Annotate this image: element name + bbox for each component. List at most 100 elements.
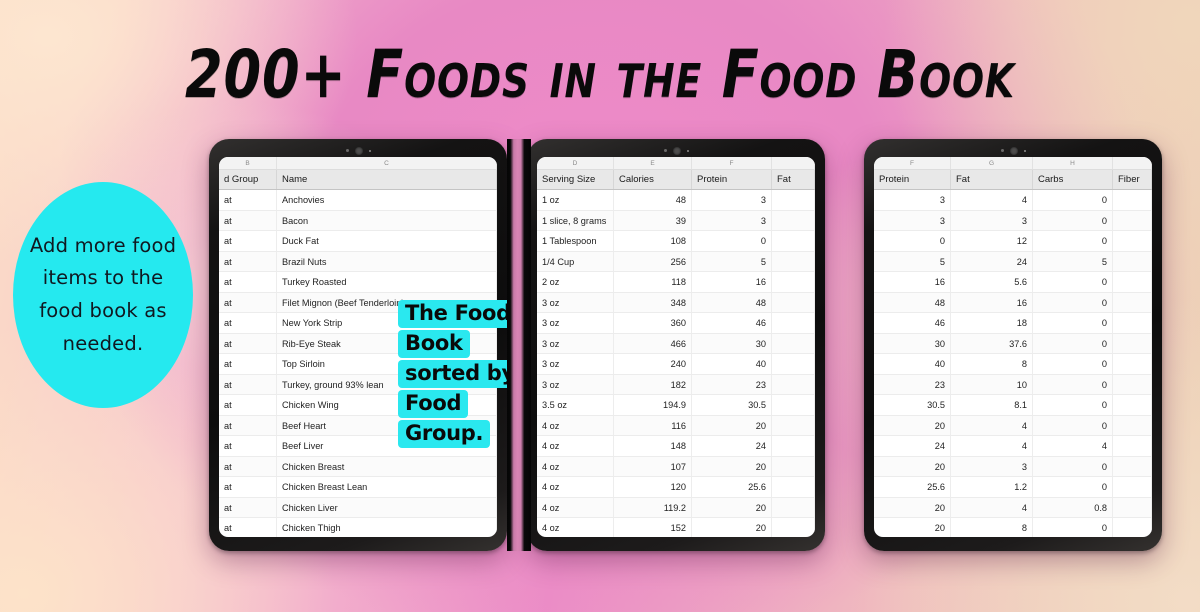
table-cell[interactable]: at (219, 210, 277, 230)
table-row[interactable]: 1 Tablespoon 108 0 (537, 231, 815, 252)
table-cell[interactable]: 12 (951, 231, 1033, 251)
column-letter-B[interactable]: B (219, 157, 277, 169)
table-row[interactable]: 340 (874, 190, 1152, 211)
table-cell[interactable]: at (219, 292, 277, 312)
table-cell[interactable]: 8 (951, 518, 1033, 537)
table-cell[interactable]: 3 oz (537, 374, 614, 394)
table-cell[interactable]: 40 (692, 354, 772, 374)
table-cell[interactable]: 20 (692, 415, 772, 435)
column-header[interactable]: d Group (219, 170, 277, 189)
table-cell[interactable]: Brazil Nuts (277, 251, 497, 271)
column-header[interactable]: Fat (951, 170, 1033, 189)
table-cell[interactable]: 348 (614, 292, 692, 312)
table-cell[interactable]: 0.8 (1033, 497, 1113, 517)
table-cell[interactable]: 0 (1033, 210, 1113, 230)
table-row[interactable]: at Duck Fat (219, 231, 497, 252)
table-cell[interactable] (772, 251, 815, 271)
table-cell[interactable]: 0 (1033, 456, 1113, 476)
table-cell[interactable]: 0 (1033, 272, 1113, 292)
column-header[interactable]: Calories (614, 170, 692, 189)
table-row[interactable]: at Chicken Wing (219, 395, 497, 416)
table-cell[interactable]: 1/4 Cup (537, 251, 614, 271)
tablet-screen-right[interactable]: F G H Protein Fat Carbs Fiber 3 4 0 3 3 0 0 12 0 5 24 5 16 5… (874, 157, 1152, 537)
table-cell[interactable]: 3 (951, 456, 1033, 476)
table-row[interactable]: 46 18 0 (874, 313, 1152, 334)
table-cell[interactable] (1113, 395, 1152, 415)
table-row[interactable]: 3 oz 466 30 (537, 333, 815, 354)
tablet-screen-center[interactable]: D E F Serving Size Calories Protein Fat 1 oz 48 3… (537, 157, 815, 537)
column-header[interactable]: Serving Size (537, 170, 614, 189)
table-cell[interactable]: 16 (951, 292, 1033, 312)
table-cell[interactable]: Filet Mignon (Beef Tenderloin) (277, 292, 497, 312)
column-letter-E[interactable]: E (614, 157, 692, 169)
table-cell[interactable]: 25.6 (874, 477, 951, 497)
table-row[interactable]: 20 8 0 (874, 518, 1152, 537)
table-cell[interactable] (1113, 251, 1152, 271)
table-cell[interactable] (1113, 231, 1152, 251)
table-cell[interactable]: at (219, 456, 277, 476)
table-row[interactable]: at Chicken Breast Lean (219, 477, 497, 498)
table-cell[interactable]: 0 (1033, 354, 1113, 374)
table-row[interactable]: 20 3 0 (874, 456, 1152, 477)
table-cell[interactable]: 16 (874, 272, 951, 292)
table-cell[interactable]: Chicken Thigh (277, 518, 497, 537)
table-cell[interactable] (1113, 272, 1152, 292)
table-cell[interactable]: 3 (692, 190, 772, 210)
table-cell[interactable]: Chicken Wing (277, 395, 497, 415)
table-row[interactable]: 20 4 0.8 (874, 497, 1152, 518)
table-cell[interactable]: 24 (951, 251, 1033, 271)
tablet-device-right[interactable]: F G H Protein Fat Carbs Fiber 3 4 0 3 3 0 0 12 0 5 24 5 16 5… (864, 139, 1162, 551)
table-row[interactable]: 4 oz 116 20 (537, 415, 815, 436)
table-cell[interactable]: at (219, 251, 277, 271)
table-cell[interactable]: 194.9 (614, 395, 692, 415)
table-row[interactable]: 3 oz 348 48 (537, 292, 815, 313)
table-cell[interactable] (1113, 190, 1152, 210)
table-cell[interactable]: 119.2 (614, 497, 692, 517)
table-row[interactable]: at Brazil Nuts (219, 251, 497, 272)
table-cell[interactable]: 4 (951, 436, 1033, 456)
table-cell[interactable]: 48 (692, 292, 772, 312)
table-cell[interactable]: 5.6 (951, 272, 1033, 292)
tablet-device-center[interactable]: D E F Serving Size Calories Protein Fat 1 oz 48 3… (527, 139, 825, 551)
table-cell[interactable] (1113, 456, 1152, 476)
table-cell[interactable] (1113, 518, 1152, 537)
table-cell[interactable]: 107 (614, 456, 692, 476)
table-cell[interactable]: 4 oz (537, 436, 614, 456)
table-cell[interactable]: at (219, 374, 277, 394)
table-row[interactable]: at Anchovies (219, 190, 497, 211)
table-row[interactable]: at Turkey, ground 93% lean (219, 374, 497, 395)
table-cell[interactable] (772, 415, 815, 435)
table-cell[interactable]: 0 (1033, 313, 1113, 333)
table-cell[interactable] (772, 231, 815, 251)
table-cell[interactable]: 30.5 (874, 395, 951, 415)
table-cell[interactable]: 3 (874, 210, 951, 230)
table-cell[interactable]: 18 (951, 313, 1033, 333)
table-cell[interactable]: 4 oz (537, 497, 614, 517)
table-cell[interactable]: 1.2 (951, 477, 1033, 497)
table-cell[interactable]: 25.6 (692, 477, 772, 497)
table-cell[interactable]: at (219, 333, 277, 353)
column-header[interactable]: Fat (772, 170, 815, 189)
table-row[interactable]: 30 37.6 0 (874, 333, 1152, 354)
table-row[interactable]: 5 24 5 (874, 251, 1152, 272)
column-header[interactable]: Carbs (1033, 170, 1113, 189)
table-row[interactable]: 25.6 1.2 0 (874, 477, 1152, 498)
column-header[interactable]: Protein (874, 170, 951, 189)
table-cell[interactable] (772, 436, 815, 456)
table-row[interactable]: 4 oz 152 20 (537, 518, 815, 537)
table-cell[interactable]: 4 (951, 415, 1033, 435)
column-letter-[interactable] (1113, 157, 1152, 169)
table-cell[interactable]: at (219, 395, 277, 415)
table-row[interactable]: 3.5 oz 194.9 30.5 (537, 395, 815, 416)
table-cell[interactable]: Turkey, ground 93% lean (277, 374, 497, 394)
table-cell[interactable]: 39 (614, 210, 692, 230)
table-cell[interactable]: 0 (1033, 231, 1113, 251)
table-cell[interactable] (772, 190, 815, 210)
table-row[interactable]: 0 12 0 (874, 231, 1152, 252)
table-cell[interactable]: 5 (874, 251, 951, 271)
table-cell[interactable]: 256 (614, 251, 692, 271)
table-cell[interactable] (772, 395, 815, 415)
table-cell[interactable]: 152 (614, 518, 692, 537)
table-cell[interactable]: 3 oz (537, 292, 614, 312)
table-cell[interactable]: 20 (692, 456, 772, 476)
